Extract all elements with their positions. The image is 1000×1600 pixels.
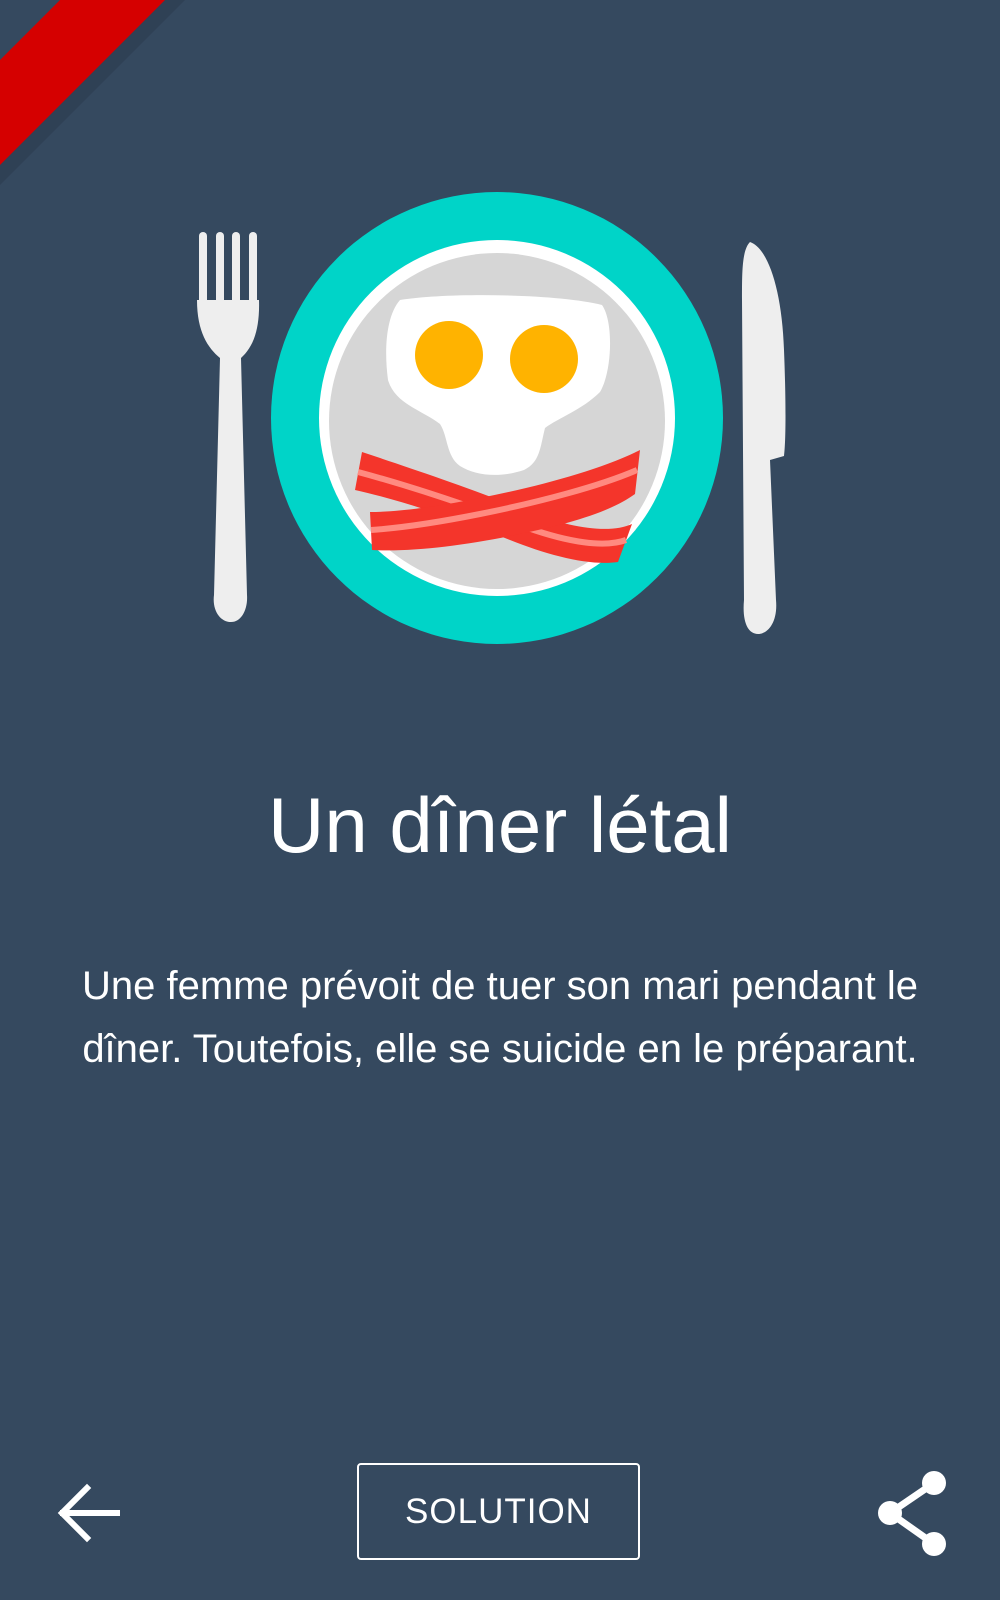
- puzzle-description: Une femme prévoit de tuer son mari penda…: [82, 964, 918, 1071]
- knife-icon: [742, 242, 786, 634]
- back-button[interactable]: [45, 1470, 130, 1555]
- corner-ribbon: [0, 0, 185, 185]
- ribbon-stripe: [0, 0, 165, 165]
- arrow-left-icon: [57, 1483, 120, 1542]
- yolk-left: [415, 321, 483, 389]
- meal-illustration: [197, 192, 786, 644]
- yolk-right: [510, 325, 578, 393]
- share-button[interactable]: [865, 1465, 960, 1560]
- solution-button[interactable]: SOLUTION: [357, 1463, 640, 1560]
- puzzle-screen: Un dîner létal Une femme prévoit de tuer…: [0, 0, 1000, 1600]
- fork-icon: [197, 232, 260, 622]
- puzzle-title: Un dîner létal: [268, 781, 732, 869]
- share-icon: [877, 1470, 946, 1556]
